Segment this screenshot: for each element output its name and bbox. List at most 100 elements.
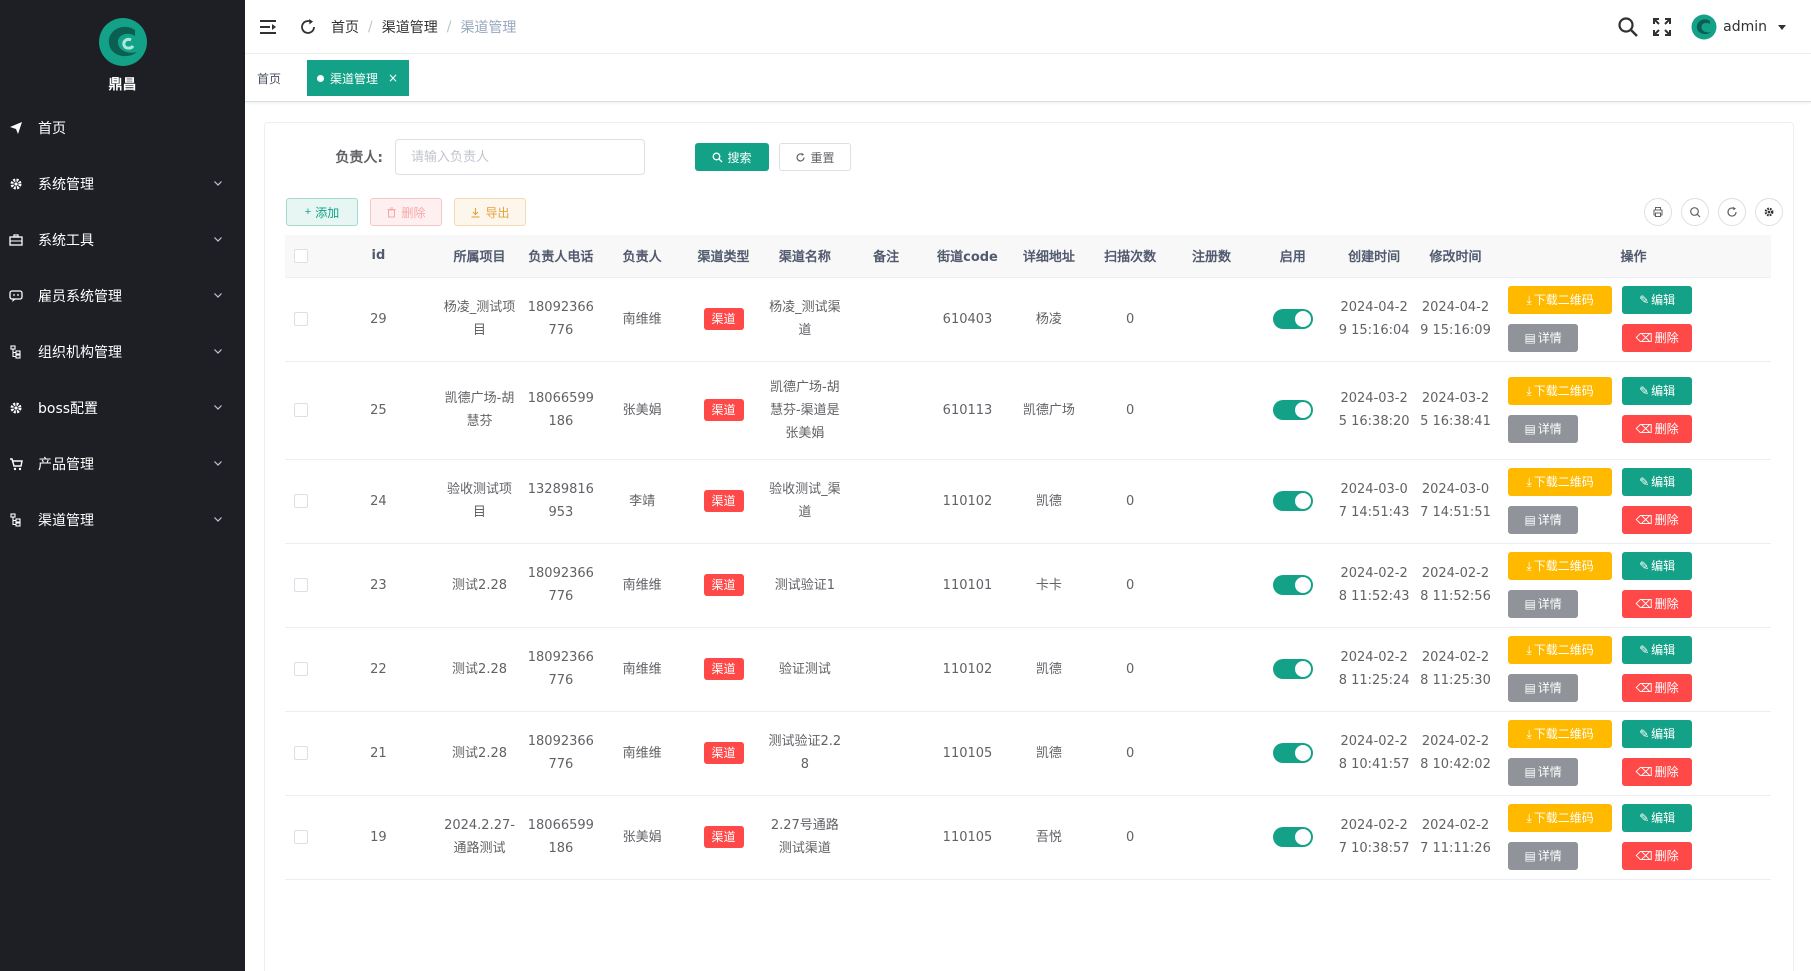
document-icon: ▤ xyxy=(1524,848,1536,863)
caret-down-icon[interactable] xyxy=(1777,22,1787,32)
delete-button[interactable]: ⌫ 删除 xyxy=(1622,506,1693,534)
document-icon: ▤ xyxy=(1524,680,1536,695)
sidebar-item-3[interactable]: 雇员系统管理 xyxy=(0,268,245,324)
refresh-table-button[interactable] xyxy=(1718,198,1746,226)
download-qrcode-button[interactable]: ⤓ 下载二维码 xyxy=(1508,720,1613,748)
bulk-delete-button[interactable]: 删除 xyxy=(370,198,442,226)
download-qrcode-button[interactable]: ⤓ 下载二维码 xyxy=(1508,286,1613,314)
sidebar: 鼎昌 首页系统管理系统工具 雇员系统管理 组织机构管理 boss配置 产品管理渠道管理 xyxy=(0,0,245,971)
add-button[interactable]: + 添加 xyxy=(286,198,358,226)
cell-actions: ⤓ 下载二维码 ✎ 编辑 ▤ 详情 ⌫ 删除 xyxy=(1496,627,1771,712)
delete-button[interactable]: ⌫ 删除 xyxy=(1622,415,1693,443)
export-button[interactable]: 导出 xyxy=(454,198,526,226)
sidebar-item-label: 系统管理 xyxy=(38,177,94,193)
sidebar-item-1[interactable]: 系统管理 xyxy=(0,156,245,212)
detail-button[interactable]: ▤ 详情 xyxy=(1508,415,1579,443)
enabled-toggle[interactable] xyxy=(1272,575,1313,595)
search-button-label: 搜索 xyxy=(727,150,752,165)
row-checkbox[interactable] xyxy=(294,746,309,760)
row-checkbox[interactable] xyxy=(294,312,309,326)
row-checkbox[interactable] xyxy=(294,830,309,844)
download-qrcode-button[interactable]: ⤓ 下载二维码 xyxy=(1508,636,1613,664)
chevron-down-icon xyxy=(213,456,223,472)
trash-icon: ⌫ xyxy=(1635,680,1653,695)
edit-button[interactable]: ✎ 编辑 xyxy=(1622,804,1693,832)
column-header: 负责人电话 xyxy=(520,235,602,278)
sidebar-item-4[interactable]: 组织机构管理 xyxy=(0,324,245,380)
sidebar-item-2[interactable]: 系统工具 xyxy=(0,212,245,268)
download-qrcode-button[interactable]: ⤓ 下载二维码 xyxy=(1508,552,1613,580)
detail-button[interactable]: ▤ 详情 xyxy=(1508,842,1579,870)
delete-button-label: 删除 xyxy=(1654,764,1679,779)
detail-button[interactable]: ▤ 详情 xyxy=(1508,674,1579,702)
delete-button[interactable]: ⌫ 删除 xyxy=(1622,324,1693,352)
download-qrcode-button-label: 下载二维码 xyxy=(1533,558,1594,573)
enabled-toggle[interactable] xyxy=(1272,400,1313,420)
cell-address: 凯德广场 xyxy=(1008,361,1090,460)
refresh-icon xyxy=(796,152,806,161)
column-header: 备注 xyxy=(845,235,927,278)
column-header: 扫描次数 xyxy=(1089,235,1171,278)
cell-actions: ⤓ 下载二维码 ✎ 编辑 ▤ 详情 ⌫ 删除 xyxy=(1496,459,1771,544)
row-actions: ⤓ 下载二维码 ✎ 编辑 ▤ 详情 ⌫ 删除 xyxy=(1500,377,1767,443)
refresh-icon[interactable] xyxy=(299,18,317,36)
fullscreen-icon[interactable] xyxy=(1651,16,1673,38)
enabled-toggle[interactable] xyxy=(1272,491,1313,511)
delete-button[interactable]: ⌫ 删除 xyxy=(1622,590,1693,618)
enabled-toggle[interactable] xyxy=(1272,309,1313,329)
sidebar-item-7[interactable]: 渠道管理 xyxy=(0,492,245,548)
tag-home[interactable]: 首页 xyxy=(257,60,281,96)
download-qrcode-button[interactable]: ⤓ 下载二维码 xyxy=(1508,377,1613,405)
select-all-checkbox[interactable] xyxy=(294,248,309,263)
detail-button[interactable]: ▤ 详情 xyxy=(1508,590,1579,618)
reset-button[interactable]: 重置 xyxy=(779,143,851,171)
detail-button[interactable]: ▤ 详情 xyxy=(1508,506,1579,534)
edit-button[interactable]: ✎ 编辑 xyxy=(1622,636,1693,664)
search-icon[interactable] xyxy=(1617,16,1639,38)
owner-search-input[interactable] xyxy=(395,139,645,175)
cell-modified: 2024-03-25 16:38:41 xyxy=(1414,361,1497,460)
toggle-search-button[interactable] xyxy=(1681,198,1709,226)
search-button[interactable]: 搜索 xyxy=(695,143,769,171)
download-qrcode-button[interactable]: ⤓ 下载二维码 xyxy=(1508,804,1613,832)
username[interactable]: admin xyxy=(1723,19,1767,35)
edit-button[interactable]: ✎ 编辑 xyxy=(1622,720,1693,748)
download-qrcode-button[interactable]: ⤓ 下载二维码 xyxy=(1508,468,1613,496)
edit-button[interactable]: ✎ 编辑 xyxy=(1622,552,1693,580)
document-icon: ▤ xyxy=(1524,512,1536,527)
row-checkbox[interactable] xyxy=(294,494,309,508)
delete-button[interactable]: ⌫ 删除 xyxy=(1622,674,1693,702)
print-button[interactable] xyxy=(1644,198,1672,226)
edit-button-label: 编辑 xyxy=(1651,810,1676,825)
cell-regs xyxy=(1170,459,1253,544)
delete-button[interactable]: ⌫ 删除 xyxy=(1622,758,1693,786)
close-icon[interactable]: × xyxy=(388,71,398,85)
enabled-toggle[interactable] xyxy=(1272,743,1313,763)
detail-button[interactable]: ▤ 详情 xyxy=(1508,324,1579,352)
sidebar-item-5[interactable]: boss配置 xyxy=(0,380,245,436)
row-checkbox[interactable] xyxy=(294,662,309,676)
edit-button[interactable]: ✎ 编辑 xyxy=(1622,286,1693,314)
column-settings-button[interactable] xyxy=(1755,198,1783,226)
edit-button[interactable]: ✎ 编辑 xyxy=(1622,468,1693,496)
table-row: 25 凯德广场-胡慧芬 18066599186 张美娟 渠道 凯德广场-胡慧芬-渠道是张美… xyxy=(285,361,1771,460)
logo[interactable]: 鼎昌 xyxy=(0,0,245,100)
enabled-toggle[interactable] xyxy=(1272,827,1313,847)
sidebar-item-0[interactable]: 首页 xyxy=(0,100,245,156)
delete-button[interactable]: ⌫ 删除 xyxy=(1622,842,1693,870)
trash-icon: ⌫ xyxy=(1635,330,1653,345)
tag-channel-management[interactable]: 渠道管理 × xyxy=(307,60,409,96)
avatar[interactable] xyxy=(1691,14,1717,40)
row-checkbox[interactable] xyxy=(294,578,309,592)
cell-name: 验证测试 xyxy=(764,627,846,712)
breadcrumb-home[interactable]: 首页 xyxy=(331,17,359,37)
collapse-menu-icon[interactable] xyxy=(259,18,277,36)
sidebar-item-label: 渠道管理 xyxy=(38,513,94,529)
row-checkbox[interactable] xyxy=(294,403,309,417)
enabled-toggle[interactable] xyxy=(1272,659,1313,679)
cell-modified: 2024-03-07 14:51:51 xyxy=(1414,459,1497,544)
detail-button[interactable]: ▤ 详情 xyxy=(1508,758,1579,786)
edit-button[interactable]: ✎ 编辑 xyxy=(1622,377,1693,405)
sidebar-item-6[interactable]: 产品管理 xyxy=(0,436,245,492)
breadcrumb-section[interactable]: 渠道管理 xyxy=(382,17,438,37)
